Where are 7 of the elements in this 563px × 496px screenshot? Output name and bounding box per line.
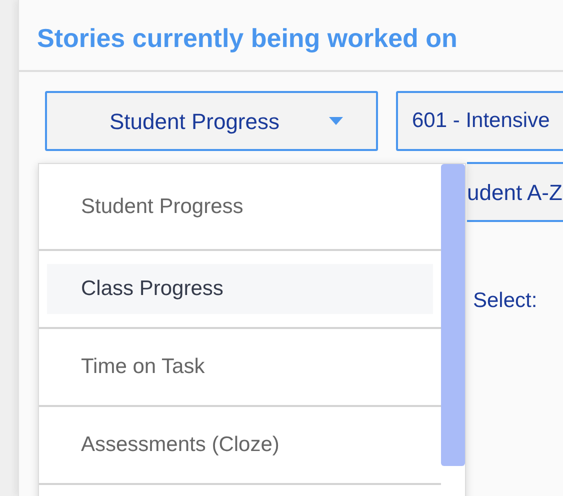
sort-button[interactable]: udent A-Z: [467, 162, 563, 222]
select-label: Select:: [473, 289, 538, 312]
menu-item[interactable]: Class Progress: [47, 264, 434, 314]
panel-title: Stories currently being worked on: [37, 23, 458, 53]
scrollbar-thumb[interactable]: [441, 164, 465, 466]
class-dropdown[interactable]: 601 - Intensive: [396, 91, 563, 151]
report-dropdown[interactable]: Student Progress: [45, 91, 378, 151]
